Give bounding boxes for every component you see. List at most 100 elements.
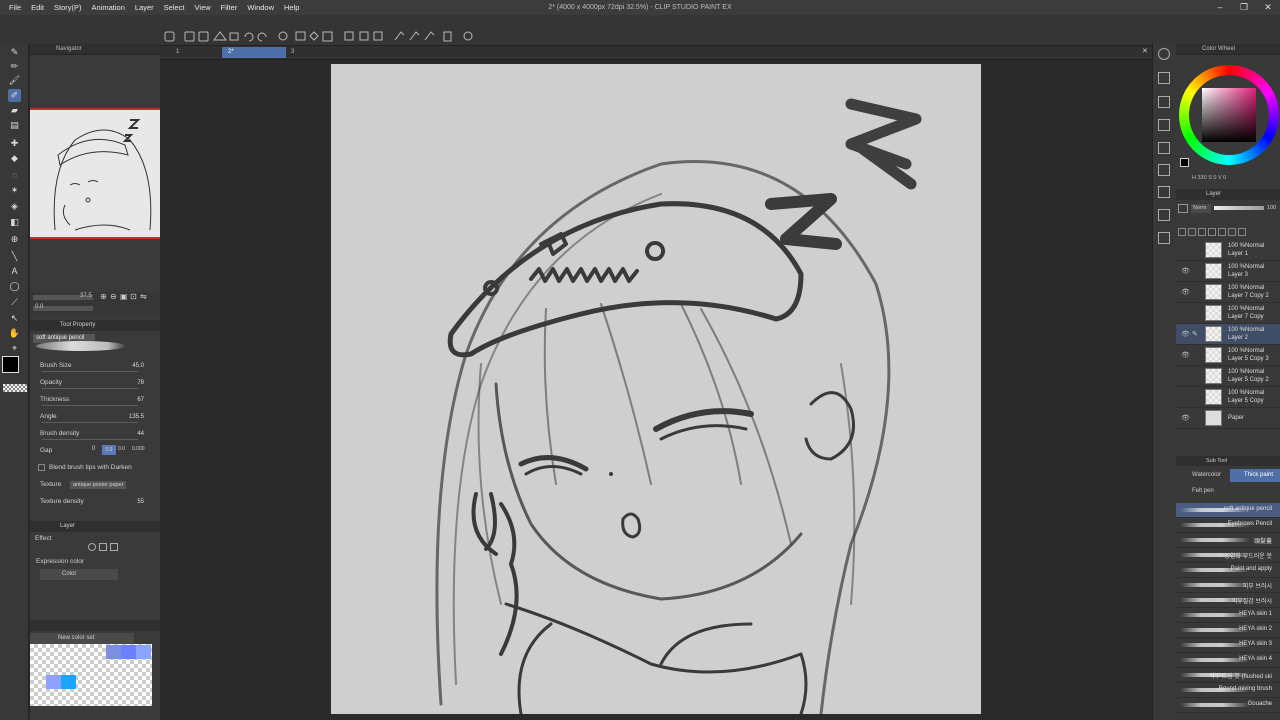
expression-color-select[interactable]: Color	[40, 569, 118, 580]
quick-access-icon[interactable]	[1158, 232, 1170, 244]
color-set-select[interactable]: New color set	[30, 633, 134, 644]
gap-value-1[interactable]: 0.0	[102, 445, 116, 455]
brush-item[interactable]: 피부질감 브러시	[1176, 593, 1280, 608]
color-history-icon[interactable]	[1158, 209, 1170, 221]
texture-density-row[interactable]: Texture density 55	[30, 493, 160, 510]
menu-window[interactable]: Window	[242, 0, 279, 15]
text-tool-icon[interactable]: A	[8, 264, 21, 277]
brush-item[interactable]: 동양화 부드러운 붓	[1176, 548, 1280, 563]
menu-edit[interactable]: Edit	[26, 0, 49, 15]
swatch-blue-1[interactable]	[106, 645, 121, 659]
blend-checkbox[interactable]	[38, 464, 45, 471]
maximize-button[interactable]: ❐	[1232, 0, 1256, 15]
tab-3[interactable]: 3	[285, 47, 300, 58]
layer-opacity-value[interactable]: 100	[1267, 205, 1276, 211]
blend-tool-icon[interactable]: ▤	[8, 119, 21, 132]
brush-item[interactable]: Paint and apply	[1176, 563, 1280, 578]
layer-row[interactable]: 100 %Normal Layer 7 Copy	[1176, 303, 1280, 324]
brush-size-row[interactable]: Brush Size 45.0	[30, 357, 160, 374]
new-layer-icon[interactable]	[1178, 228, 1186, 236]
brush-item[interactable]: HEYA skin 3	[1176, 638, 1280, 653]
lock-transparent-icon[interactable]	[1218, 228, 1226, 236]
visibility-eye-icon[interactable]: 👁	[1181, 351, 1190, 359]
operation-tool-icon[interactable]: ↖	[8, 312, 21, 325]
layer-row[interactable]: 100 %Normal Layer 1	[1176, 240, 1280, 261]
visibility-eye-icon[interactable]: 👁	[1181, 267, 1190, 275]
sub-view-icon[interactable]	[1158, 164, 1170, 176]
brush-size-slider[interactable]	[42, 371, 138, 372]
texture-value[interactable]: antique poster paper	[70, 480, 127, 489]
brush-item[interactable]: soft antique pencil	[1176, 503, 1280, 518]
angle-value[interactable]: 135.5	[129, 414, 144, 420]
tone-effect-icon[interactable]	[99, 543, 107, 551]
brush-size-value[interactable]: 45.0	[132, 363, 144, 369]
history-icon[interactable]	[1158, 119, 1170, 131]
layer-row[interactable]: 100 %Normal Layer 5 Copy	[1176, 387, 1280, 408]
menu-select[interactable]: Select	[159, 0, 190, 15]
eraser-tool-icon[interactable]: ▰	[8, 104, 21, 117]
hue-ring[interactable]	[1179, 65, 1279, 165]
mask-icon[interactable]	[1228, 228, 1236, 236]
layer-opacity-slider[interactable]	[1214, 206, 1264, 210]
menu-layer[interactable]: Layer	[130, 0, 159, 15]
brush-item[interactable]: Round mixing brush	[1176, 683, 1280, 698]
minimize-button[interactable]: –	[1208, 0, 1232, 15]
brush-item[interactable]: 피부 브러시	[1176, 578, 1280, 593]
fit-icon[interactable]: ▣	[120, 292, 128, 301]
layer-lock-icon[interactable]	[1178, 203, 1188, 213]
visibility-eye-icon[interactable]: 👁	[1181, 330, 1190, 338]
opacity-row[interactable]: Opacity 78	[30, 374, 160, 391]
brush-item[interactable]: HEYA skin 4	[1176, 653, 1280, 668]
eyedropper-tool-icon[interactable]: ⊕	[8, 233, 21, 246]
opacity-value[interactable]: 78	[137, 380, 144, 386]
navigator-preview[interactable]	[30, 108, 160, 239]
close-tab-icon[interactable]: ✕	[1142, 47, 1148, 55]
menu-animation[interactable]: Animation	[87, 0, 130, 15]
brush-item[interactable]: HEYA skin 2	[1176, 623, 1280, 638]
pencil-tool-icon[interactable]: ✏	[8, 60, 21, 73]
menu-file[interactable]: File	[0, 0, 26, 15]
angle-row[interactable]: Angle 135.5	[30, 408, 160, 425]
angle-slider[interactable]	[42, 422, 138, 423]
delete-layer-icon[interactable]	[1238, 228, 1246, 236]
brush-density-row[interactable]: Brush density 44	[30, 425, 160, 442]
flip-icon[interactable]: ⇋	[140, 292, 147, 301]
main-color-swatch[interactable]	[2, 356, 19, 373]
actual-size-icon[interactable]: ⊡	[130, 292, 137, 301]
menu-help[interactable]: Help	[279, 0, 304, 15]
drawing-canvas[interactable]	[331, 64, 981, 716]
brush-item[interactable]: 頭髮蓋	[1176, 533, 1280, 548]
thickness-row[interactable]: Thickness 67	[30, 391, 160, 408]
pen-tool-icon[interactable]: ✎	[8, 46, 21, 59]
transparent-color-swatch[interactable]	[3, 384, 27, 392]
brush-density-slider[interactable]	[42, 439, 138, 440]
visibility-eye-icon[interactable]: 👁	[1181, 414, 1190, 422]
brush-item[interactable]: Eyebrows Pencil	[1176, 518, 1280, 533]
item-bank-icon[interactable]	[1158, 186, 1170, 198]
brush-item[interactable]: Gouache	[1176, 698, 1280, 713]
blend-mode-select[interactable]: Norm	[1191, 203, 1211, 213]
new-folder-icon[interactable]	[1188, 228, 1196, 236]
swatch-blue-3[interactable]	[136, 645, 151, 659]
magic-wand-icon[interactable]: ✶	[8, 184, 21, 197]
fill-tool-icon[interactable]: ◆	[8, 152, 21, 165]
menu-filter[interactable]: Filter	[216, 0, 243, 15]
brush-item[interactable]: HEYA skin 1	[1176, 608, 1280, 623]
layer-row[interactable]: 👁 100 %Normal Layer 7 Copy 2	[1176, 282, 1280, 303]
decoration-tool-icon[interactable]: ✚	[8, 137, 21, 150]
visibility-eye-icon[interactable]: 👁	[1181, 288, 1190, 296]
material-icon[interactable]	[1158, 72, 1170, 84]
thickness-value[interactable]: 67	[137, 397, 144, 403]
gradient-tool-icon[interactable]: ◈	[8, 200, 21, 213]
swatch-blue-2[interactable]	[121, 645, 136, 659]
close-button[interactable]: ✕	[1256, 0, 1280, 15]
gap-value-3[interactable]: 0.000	[132, 446, 145, 452]
brush-item[interactable]: 피부 흐림 붓 (flushed ski	[1176, 668, 1280, 683]
brush-tool-icon[interactable]: 🖌	[8, 74, 21, 87]
reference-layer-icon[interactable]	[1208, 228, 1216, 236]
opacity-slider[interactable]	[42, 388, 138, 389]
tab-2-active[interactable]: 2*	[222, 47, 286, 58]
ruler-tool-icon[interactable]: ⟋	[8, 296, 21, 309]
layer-row-selected[interactable]: 👁 ✎ 100 %Normal Layer 2	[1176, 324, 1280, 345]
layer-color-icon[interactable]	[110, 543, 118, 551]
